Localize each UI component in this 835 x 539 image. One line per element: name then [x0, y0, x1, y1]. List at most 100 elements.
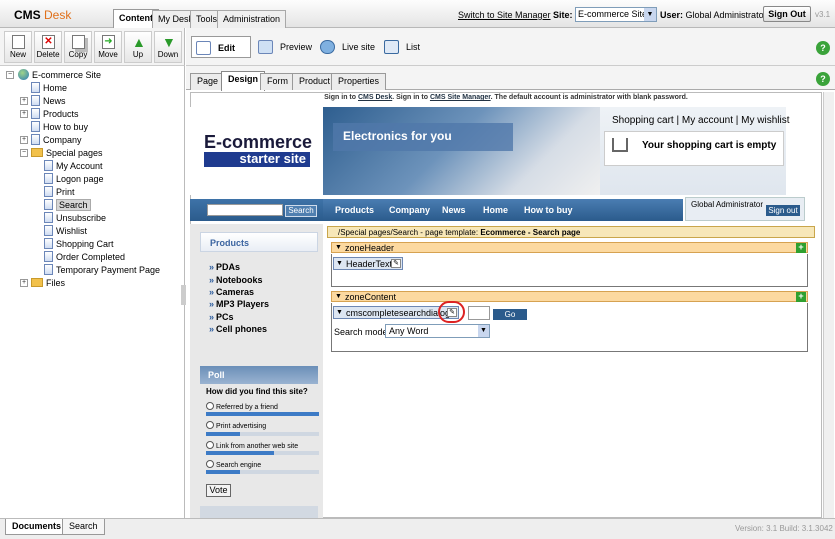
chevron-down-icon: ▼: [644, 8, 656, 21]
vote-button[interactable]: Vote: [206, 484, 231, 497]
poll-option[interactable]: Print advertising: [206, 421, 266, 430]
poll-option[interactable]: Search engine: [206, 460, 261, 469]
site-search-button[interactable]: Search: [285, 205, 317, 217]
copy-button[interactable]: Copy: [64, 31, 92, 63]
up-button[interactable]: ▲ Up: [124, 31, 152, 63]
live-site-button[interactable]: Live site: [316, 36, 375, 58]
nav-home[interactable]: Home: [483, 205, 508, 215]
down-button[interactable]: ▼ Down: [154, 31, 182, 63]
help-icon[interactable]: ?: [816, 72, 830, 86]
tab-form[interactable]: Form: [260, 73, 295, 90]
nav-news[interactable]: News: [442, 205, 466, 215]
zone-content-bar[interactable]: ▼ zoneContent +: [331, 291, 808, 302]
tree-item-products[interactable]: Products: [31, 108, 79, 121]
help-icon[interactable]: ?: [816, 41, 830, 55]
page-icon: [31, 108, 40, 119]
tree-item-how-to-buy[interactable]: How to buy: [31, 121, 88, 134]
product-link-notebooks[interactable]: » Notebooks: [209, 275, 263, 285]
tree-item-home[interactable]: Home: [31, 82, 67, 95]
page-icon: [44, 186, 53, 197]
switch-site-manager-link[interactable]: Switch to Site Manager: [458, 10, 551, 20]
page-icon: [44, 264, 53, 275]
search-mode-select[interactable]: Any Word ▼: [385, 324, 490, 338]
tree-item-search[interactable]: Search: [44, 199, 91, 212]
move-button[interactable]: ➜ Move: [94, 31, 122, 63]
expand-icon[interactable]: +: [20, 110, 28, 118]
page-icon: [44, 225, 53, 236]
tree-item-my-account[interactable]: My Account: [44, 160, 103, 173]
version-label: v3.1: [815, 10, 831, 19]
new-button[interactable]: New: [4, 31, 32, 63]
page-icon: [31, 134, 40, 145]
tree-item-print[interactable]: Print: [44, 186, 75, 199]
product-link-cameras[interactable]: » Cameras: [209, 287, 254, 297]
tree-item-shopping-cart[interactable]: Shopping Cart: [44, 238, 114, 251]
tree-item-wishlist[interactable]: Wishlist: [44, 225, 87, 238]
poll-result-bar: [206, 470, 319, 474]
cart-status: Your shopping cart is empty: [642, 140, 777, 151]
cms-desk-link[interactable]: CMS Desk: [358, 94, 392, 101]
delete-button[interactable]: ✕ Delete: [34, 31, 62, 63]
product-link-cell-phones[interactable]: » Cell phones: [209, 324, 267, 334]
search-text-input[interactable]: [468, 306, 490, 320]
add-webpart-icon[interactable]: +: [796, 292, 806, 302]
list-icon: [384, 40, 399, 54]
delete-icon: ✕: [42, 35, 55, 49]
sign-out-button[interactable]: Sign Out: [763, 6, 811, 22]
page-icon: [44, 238, 53, 249]
tab-administration[interactable]: Administration: [217, 10, 287, 28]
collapse-icon[interactable]: −: [6, 71, 14, 79]
nav-company[interactable]: Company: [389, 205, 430, 215]
tab-search[interactable]: Search: [62, 519, 105, 535]
expand-icon[interactable]: +: [20, 136, 28, 144]
highlight-circle: [438, 301, 465, 323]
preview-mode-button[interactable]: Preview: [254, 36, 312, 58]
product-link-pcs[interactable]: » PCs: [209, 312, 234, 322]
product-link-pdas[interactable]: » PDAs: [209, 262, 240, 272]
site-search-input[interactable]: [207, 204, 283, 216]
radio-icon: [206, 402, 214, 410]
tree-item-company[interactable]: Company: [31, 134, 82, 147]
copy-icon: [72, 35, 85, 49]
folder-icon: [31, 278, 43, 287]
edit-mode-button[interactable]: Edit: [191, 36, 251, 58]
expand-icon[interactable]: +: [20, 97, 28, 105]
scrollbar[interactable]: [823, 92, 834, 518]
tab-properties[interactable]: Properties: [331, 73, 387, 90]
tree-item-logon-page[interactable]: Logon page: [44, 173, 104, 186]
brand-title: E-commerce: [204, 132, 313, 152]
page-icon: [31, 95, 40, 106]
product-link-mp3-players[interactable]: » MP3 Players: [209, 299, 269, 309]
zone-header-bar[interactable]: ▼ zoneHeader +: [331, 242, 808, 253]
go-button[interactable]: Go: [493, 309, 527, 320]
list-mode-button[interactable]: List: [380, 36, 420, 58]
brand-subtitle: starter site: [204, 152, 310, 167]
tab-documents[interactable]: Documents: [5, 519, 69, 535]
configure-icon[interactable]: ✎: [391, 259, 401, 268]
poll-option[interactable]: Referred by a friend: [206, 402, 278, 411]
account-links[interactable]: Shopping cart | My account | My wishlist: [612, 115, 790, 126]
add-webpart-icon[interactable]: +: [796, 243, 806, 253]
tree-item-news[interactable]: News: [31, 95, 66, 108]
site-label: Site:: [553, 10, 573, 20]
cms-site-manager-link[interactable]: CMS Site Manager: [430, 94, 491, 101]
nav-how-to-buy[interactable]: How to buy: [524, 205, 573, 215]
tree-item-order-completed[interactable]: Order Completed: [44, 251, 125, 264]
tree-item-special-pages[interactable]: Special pages: [31, 147, 103, 160]
tab-page[interactable]: Page: [190, 73, 226, 90]
tree-item-files[interactable]: Files: [31, 277, 65, 290]
site-select[interactable]: E-commerce Site ▼: [575, 7, 657, 22]
panel-splitter[interactable]: [181, 285, 186, 305]
nav-products[interactable]: Products: [335, 205, 374, 215]
chevron-down-icon: ▼: [478, 325, 489, 337]
expand-icon[interactable]: +: [20, 279, 28, 287]
collapse-icon[interactable]: −: [20, 149, 28, 157]
webpart-header-text[interactable]: ▼ HeaderText ✎: [333, 257, 403, 270]
poll-option[interactable]: Link from another web site: [206, 441, 298, 450]
poll-footer: [200, 506, 318, 518]
site-sign-out-button[interactable]: Sign out: [766, 205, 800, 216]
tree-item-temporary-payment-page[interactable]: Temporary Payment Page: [44, 264, 160, 277]
tree-root[interactable]: E-commerce Site: [18, 69, 101, 82]
tab-design[interactable]: Design: [221, 71, 266, 91]
tree-item-unsubscribe[interactable]: Unsubscribe: [44, 212, 106, 225]
